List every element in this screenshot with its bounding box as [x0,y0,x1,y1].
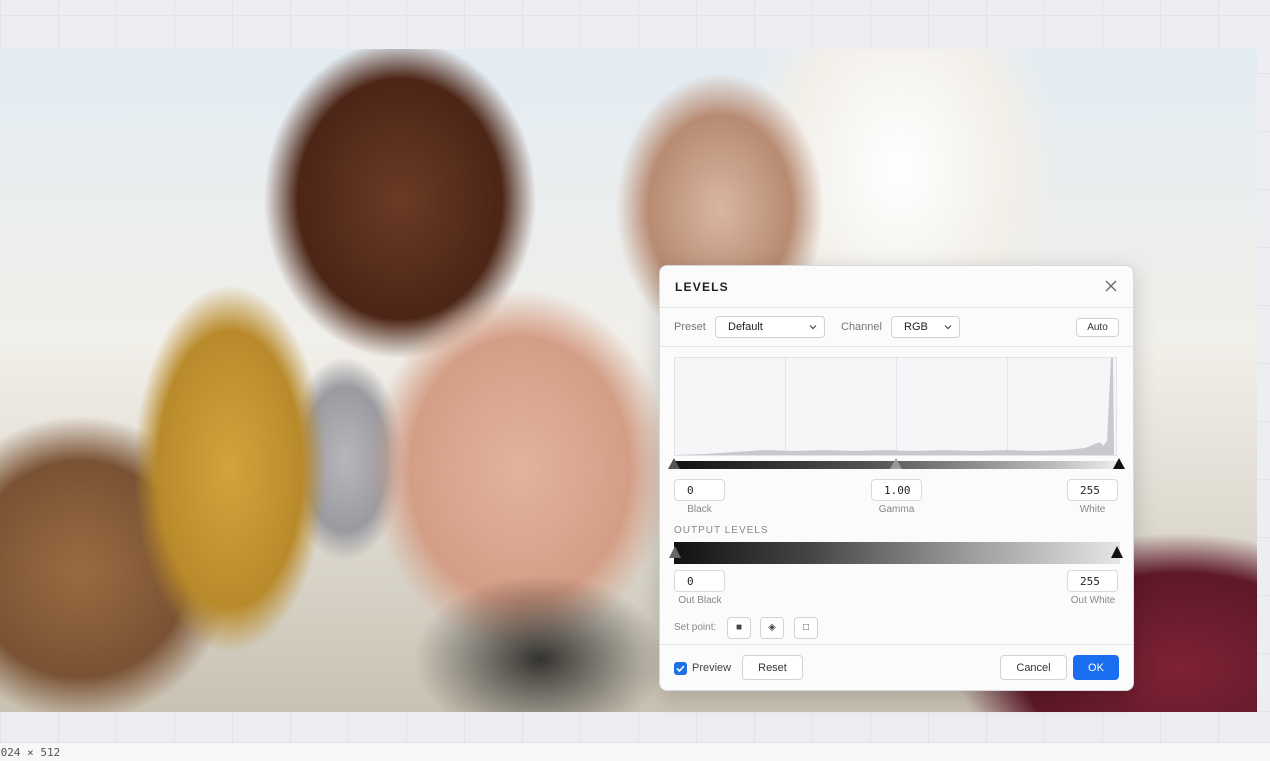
black-input-handle[interactable] [668,458,680,469]
white-point-icon[interactable]: □ [794,617,818,639]
channel-select[interactable]: RGB [891,316,960,338]
out-white-field[interactable]: 255 [1067,570,1118,592]
gamma-input-field[interactable]: 1.00 [871,479,922,501]
cancel-button[interactable]: Cancel [1000,655,1067,680]
out-black-field[interactable]: 0 [674,570,725,592]
dialog-title: LEVELS [675,280,729,294]
set-point-label: Set point: [674,622,717,633]
preview-label: Preview [692,662,732,674]
checkmark-icon [676,665,685,673]
out-black-caption: Out Black [678,595,722,606]
dialog-header: LEVELS [660,266,1133,308]
gamma-caption: Gamma [878,504,915,515]
reset-button[interactable]: Reset [742,655,803,680]
channel-label: Channel [841,321,882,333]
ok-button[interactable]: OK [1073,655,1119,680]
out-black-handle[interactable] [669,546,681,558]
black-input-field[interactable]: 0 [674,479,725,501]
white-input-field[interactable]: 255 [1067,479,1118,501]
histogram-graph [675,358,1114,455]
black-caption: Black [687,504,712,515]
preset-label: Preset [674,321,706,333]
canvas-size-label: 1024 × 512 [0,746,61,759]
output-levels-slider[interactable] [674,542,1120,564]
white-caption: White [1079,504,1106,515]
gray-point-icon[interactable]: ◈ [760,617,784,639]
preview-checkbox[interactable] [674,662,687,675]
dialog-footer: Preview Reset Cancel OK [660,644,1133,691]
histogram [674,357,1117,456]
white-input-handle[interactable] [1113,458,1125,469]
out-white-caption: Out White [1070,595,1116,606]
output-levels-title: OUTPUT LEVELS [674,525,769,536]
gamma-input-handle[interactable] [890,458,902,469]
auto-button[interactable]: Auto [1076,318,1119,337]
black-point-icon[interactable]: ■ [727,617,751,639]
preset-channel-row: Preset Default Channel RGB Auto [660,308,1133,347]
status-bar: 1024 × 512 [0,742,1270,761]
channel-value: RGB [904,321,928,333]
out-white-handle[interactable] [1111,546,1123,558]
chevron-down-icon [809,325,817,330]
preset-value: Default [728,321,763,333]
chevron-down-icon [944,325,952,330]
levels-dialog: LEVELS Preset Default Channel RGB Auto 0… [659,265,1134,691]
close-icon[interactable] [1103,278,1119,294]
preset-select[interactable]: Default [715,316,825,338]
